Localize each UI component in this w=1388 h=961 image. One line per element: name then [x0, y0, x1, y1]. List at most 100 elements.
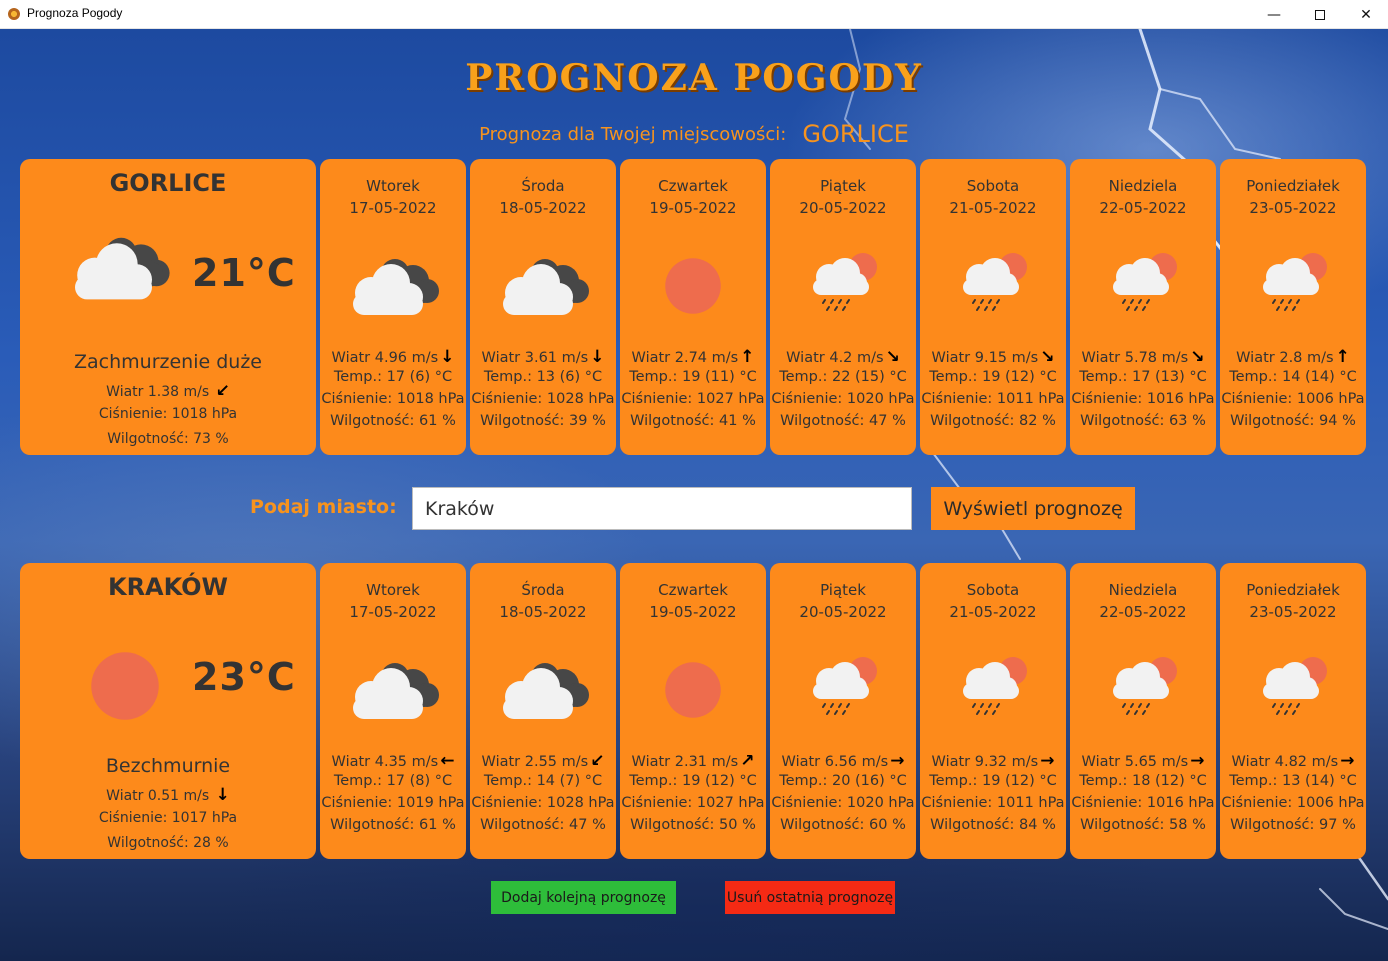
wind-text: Wiatr 0.51 m/s	[106, 788, 210, 804]
sun-icon	[656, 653, 730, 731]
cloud-icon	[64, 229, 174, 310]
day-temperature: Temp.: 13 (14) °C	[1229, 773, 1357, 789]
day-forecast-card: Piątek 20-05-2022 Wiatr 6.56 m/s → Temp.:…	[770, 563, 916, 859]
day-humidity: Wilgotność: 58 %	[1080, 817, 1206, 833]
day-date: 23-05-2022	[1249, 199, 1337, 217]
wind-direction-icon: ↘	[1190, 347, 1205, 367]
day-temperature: Temp.: 22 (15) °C	[779, 369, 907, 385]
location-line: Prognoza dla Twojej miejscowości: GORLICE	[0, 120, 1388, 148]
add-forecast-button[interactable]: Dodaj kolejną prognozę	[491, 881, 676, 914]
city-prompt-label: Podaj miasto:	[250, 496, 397, 518]
rain-icon	[1243, 649, 1343, 723]
day-forecast-card: Wtorek 17-05-2022 Wiatr 4.35 m/s ← Temp.:…	[320, 563, 466, 859]
wind-text: Wiatr 2.74 m/s	[631, 350, 739, 366]
wind-direction-icon: →	[1040, 751, 1055, 771]
rain-icon	[943, 245, 1043, 319]
day-temperature: Temp.: 13 (6) °C	[483, 369, 603, 385]
wind-direction-icon: ↙	[215, 381, 230, 401]
day-forecast-card: Poniedziałek 23-05-2022 Wiatr 2.8 m/s ↑ T…	[1220, 159, 1366, 455]
day-humidity: Wilgotność: 82 %	[930, 413, 1056, 429]
cloud-icon	[493, 655, 593, 729]
day-date: 21-05-2022	[949, 603, 1037, 621]
day-wind: Wiatr 9.32 m/s →	[920, 751, 1066, 771]
wind-direction-icon: ↙	[590, 751, 605, 771]
app-sun-icon	[8, 8, 20, 20]
rain-icon	[1243, 245, 1343, 319]
day-pressure: Ciśnienie: 1011 hPa	[921, 795, 1065, 811]
day-humidity: Wilgotność: 63 %	[1080, 413, 1206, 429]
wind-text: Wiatr 6.56 m/s	[781, 754, 889, 770]
day-forecast-card: Niedziela 22-05-2022 Wiatr 5.78 m/s ↘ Tem…	[1070, 159, 1216, 455]
day-wind: Wiatr 9.15 m/s ↘	[920, 347, 1066, 367]
day-wind: Wiatr 5.78 m/s ↘	[1070, 347, 1216, 367]
day-humidity: Wilgotność: 41 %	[630, 413, 756, 429]
app-background: PROGNOZA POGODY Prognoza dla Twojej miej…	[0, 29, 1388, 961]
day-wind: Wiatr 4.35 m/s ←	[320, 751, 466, 771]
day-date: 20-05-2022	[799, 603, 887, 621]
day-name: Poniedziałek	[1246, 177, 1340, 195]
day-humidity: Wilgotność: 47 %	[780, 413, 906, 429]
close-button[interactable]: ✕	[1343, 0, 1388, 29]
day-name: Niedziela	[1108, 177, 1178, 195]
day-temperature: Temp.: 19 (12) °C	[929, 369, 1057, 385]
day-wind: Wiatr 6.56 m/s →	[770, 751, 916, 771]
day-date: 17-05-2022	[349, 603, 437, 621]
day-forecast-card: Czwartek 19-05-2022 Wiatr 2.31 m/s ↗ Temp…	[620, 563, 766, 859]
sun-icon	[80, 641, 170, 735]
rain-icon	[943, 649, 1043, 723]
day-temperature: Temp.: 14 (14) °C	[1229, 369, 1357, 385]
day-forecast-card: Wtorek 17-05-2022 Wiatr 4.96 m/s ↓ Temp.:…	[320, 159, 466, 455]
city-name: GORLICE	[109, 169, 227, 197]
day-date: 22-05-2022	[1099, 199, 1187, 217]
day-date: 22-05-2022	[1099, 603, 1187, 621]
day-pressure: Ciśnienie: 1027 hPa	[621, 795, 765, 811]
day-wind: Wiatr 4.2 m/s ↘	[770, 347, 916, 367]
current-temperature: 23°C	[192, 655, 296, 699]
day-wind: Wiatr 2.8 m/s ↑	[1220, 347, 1366, 367]
day-temperature: Temp.: 19 (11) °C	[629, 369, 757, 385]
day-humidity: Wilgotność: 61 %	[330, 413, 456, 429]
minimize-button[interactable]: —	[1251, 0, 1297, 29]
current-weather-card: KRAKÓW 23°C Bezchmurnie Wiatr 0.51 m/s ↓…	[20, 563, 316, 859]
cloud-icon	[343, 655, 443, 729]
day-pressure: Ciśnienie: 1016 hPa	[1071, 795, 1215, 811]
wind-direction-icon: ↑	[740, 347, 755, 367]
day-forecast-card: Czwartek 19-05-2022 Wiatr 2.74 m/s ↑ Temp…	[620, 159, 766, 455]
day-name: Środa	[521, 177, 565, 195]
day-name: Piątek	[820, 177, 866, 195]
day-date: 19-05-2022	[649, 603, 737, 621]
day-pressure: Ciśnienie: 1018 hPa	[321, 391, 465, 407]
current-pressure: Ciśnienie: 1018 hPa	[98, 406, 238, 422]
day-forecast-card: Środa 18-05-2022 Wiatr 3.61 m/s ↓ Temp.: …	[470, 159, 616, 455]
day-humidity: Wilgotność: 97 %	[1230, 817, 1356, 833]
day-humidity: Wilgotność: 50 %	[630, 817, 756, 833]
wind-text: Wiatr 4.82 m/s	[1231, 754, 1339, 770]
day-pressure: Ciśnienie: 1020 hPa	[771, 795, 915, 811]
wind-direction-icon: ↗	[740, 751, 755, 771]
wind-direction-icon: →	[1340, 751, 1355, 771]
show-forecast-button[interactable]: Wyświetl prognozę	[931, 487, 1135, 530]
wind-direction-icon: →	[1190, 751, 1205, 771]
day-temperature: Temp.: 17 (13) °C	[1079, 369, 1207, 385]
wind-text: Wiatr 9.15 m/s	[931, 350, 1039, 366]
location-city: GORLICE	[802, 120, 909, 148]
current-wind: Wiatr 1.38 m/s ↙	[20, 381, 316, 401]
day-wind: Wiatr 2.74 m/s ↑	[620, 347, 766, 367]
wind-direction-icon: ↑	[1335, 347, 1350, 367]
day-pressure: Ciśnienie: 1028 hPa	[471, 795, 615, 811]
city-input[interactable]	[412, 487, 912, 530]
day-temperature: Temp.: 17 (6) °C	[333, 369, 453, 385]
day-name: Wtorek	[366, 177, 420, 195]
weather-description: Bezchmurnie	[105, 755, 231, 777]
day-wind: Wiatr 3.61 m/s ↓	[470, 347, 616, 367]
day-date: 17-05-2022	[349, 199, 437, 217]
day-name: Wtorek	[366, 581, 420, 599]
remove-forecast-button[interactable]: Usuń ostatnią prognozę	[725, 881, 895, 914]
current-humidity: Wilgotność: 73 %	[107, 431, 229, 447]
rain-icon	[793, 245, 893, 319]
cloud-icon	[493, 251, 593, 325]
cloud-icon	[343, 251, 443, 325]
day-date: 18-05-2022	[499, 603, 587, 621]
day-humidity: Wilgotność: 61 %	[330, 817, 456, 833]
maximize-button[interactable]	[1297, 0, 1343, 29]
